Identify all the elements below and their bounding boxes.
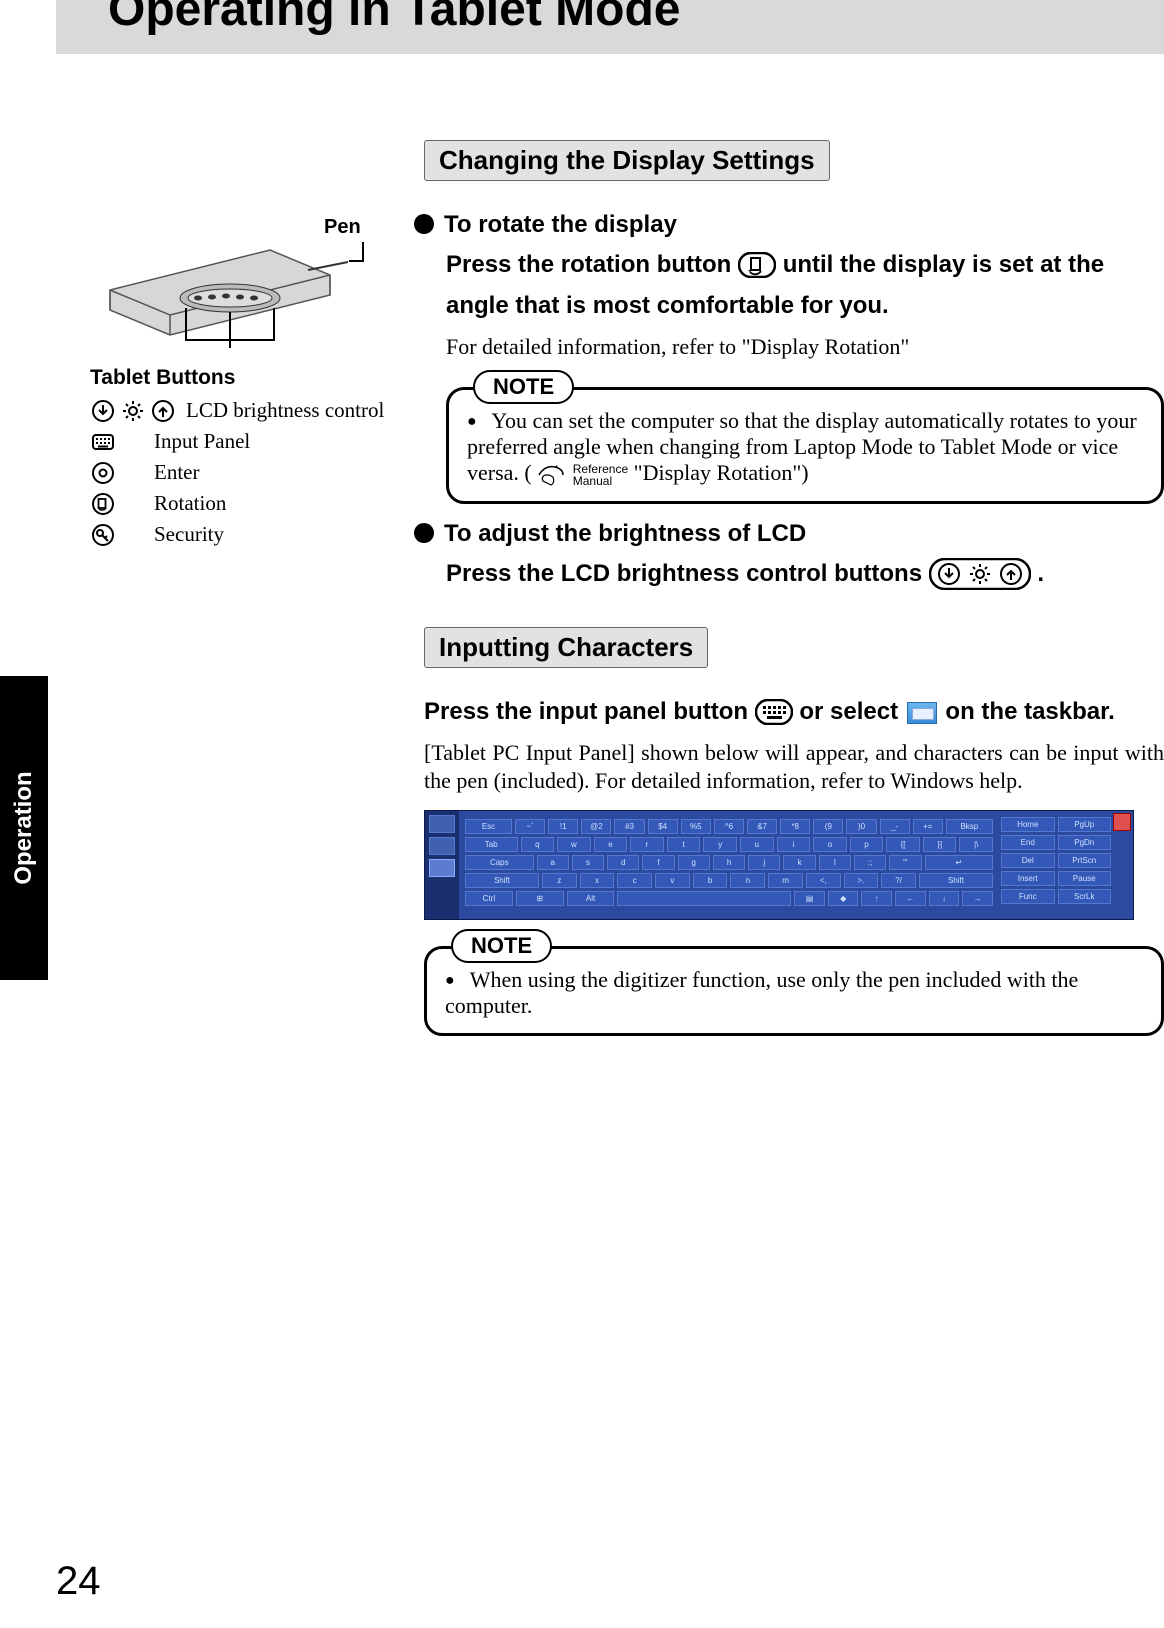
brightness-command: Press the LCD brightness control buttons… — [446, 554, 1164, 595]
bullet-icon — [414, 214, 434, 234]
cmd-text: or select — [799, 698, 904, 725]
note-box-2: NOTE When using the digitizer function, … — [424, 946, 1164, 1036]
close-icon — [1113, 813, 1131, 831]
tb-label: Rotation — [154, 491, 226, 516]
security-icon — [92, 524, 114, 546]
tb-label: Enter — [154, 460, 199, 485]
tb-row-rotation: Rotation — [90, 491, 410, 516]
reference-hand-icon — [537, 463, 565, 487]
main-content: Changing the Display Settings To rotate … — [424, 140, 1164, 1048]
tb-label: Input Panel — [154, 429, 250, 454]
reference-manual-label: ReferenceManual — [573, 463, 628, 487]
tablet-buttons-list: LCD brightness control Input Panel Enter… — [90, 398, 410, 547]
keyboard-keys: Esc~`!1@2#3$4%5^6&7*8(9)0_-+=BkspTabqwer… — [465, 819, 993, 911]
cmd-text: on the taskbar. — [945, 698, 1114, 725]
device-illustration — [90, 220, 350, 350]
rotation-button-icon — [738, 252, 776, 278]
tb-row-enter: Enter — [90, 460, 410, 485]
page-title: Operating in Tablet Mode — [108, 0, 680, 37]
brightness-buttons-icon — [929, 558, 1031, 590]
keyboard-icon — [92, 431, 114, 453]
brightness-up-icon — [152, 400, 174, 422]
note-text: When using the digitizer function, use o… — [445, 967, 1078, 1018]
section-changing-display: Changing the Display Settings — [424, 140, 830, 181]
cmd-text: Press the input panel button — [424, 698, 755, 725]
tb-label: Security — [154, 522, 224, 547]
side-tab-operation: Operation — [0, 676, 48, 980]
input-panel-button-icon — [755, 699, 793, 725]
rotate-detail: For detailed information, refer to "Disp… — [446, 333, 1164, 362]
tb-row-input-panel: Input Panel — [90, 429, 410, 454]
tb-row-brightness: LCD brightness control — [90, 398, 410, 423]
input-panel-body: [Tablet PC Input Panel] shown below will… — [424, 739, 1164, 796]
brightness-down-icon — [92, 400, 114, 422]
cmd-text: . — [1037, 560, 1044, 587]
subsection-title: To adjust the brightness of LCD — [444, 520, 806, 547]
note-text: "Display Rotation") — [634, 460, 809, 485]
rotate-command: Press the rotation button until the disp… — [446, 245, 1164, 327]
subsection-brightness: To adjust the brightness of LCD — [414, 520, 1164, 548]
note-box-1: NOTE You can set the computer so that th… — [446, 387, 1164, 504]
subsection-rotate: To rotate the display — [414, 211, 1164, 239]
note-item: When using the digitizer function, use o… — [445, 967, 1147, 1019]
cmd-text: Press the LCD brightness control buttons — [446, 560, 929, 587]
bullet-icon — [414, 523, 434, 543]
note-item: You can set the computer so that the dis… — [467, 408, 1147, 487]
tb-row-security: Security — [90, 522, 410, 547]
pen-leader-line — [349, 260, 364, 262]
sidebar: Pen — [90, 220, 410, 553]
sun-icon — [122, 400, 144, 422]
rotation-icon — [92, 493, 114, 515]
cmd-text: Press the rotation button — [446, 251, 738, 278]
tablet-buttons-title: Tablet Buttons — [90, 366, 410, 390]
input-panel-screenshot: Esc~`!1@2#3$4%5^6&7*8(9)0_-+=BkspTabqwer… — [424, 810, 1134, 920]
input-panel-command: Press the input panel button or select o… — [424, 692, 1164, 733]
note-label: NOTE — [451, 929, 552, 963]
pen-leader-line — [362, 242, 364, 260]
note-label: NOTE — [473, 370, 574, 404]
taskbar-input-panel-icon — [907, 702, 937, 724]
side-tab-label: Operation — [10, 771, 38, 884]
panel-mode-tabs — [425, 811, 459, 919]
keyboard-side-keys: HomePgUpEndPgDnDelPrtScnInsertPauseFuncS… — [1001, 817, 1111, 915]
section-inputting: Inputting Characters — [424, 627, 708, 668]
page-number: 24 — [56, 1559, 101, 1604]
enter-icon — [92, 462, 114, 484]
subsection-title: To rotate the display — [444, 211, 677, 238]
tb-label: LCD brightness control — [186, 398, 384, 423]
